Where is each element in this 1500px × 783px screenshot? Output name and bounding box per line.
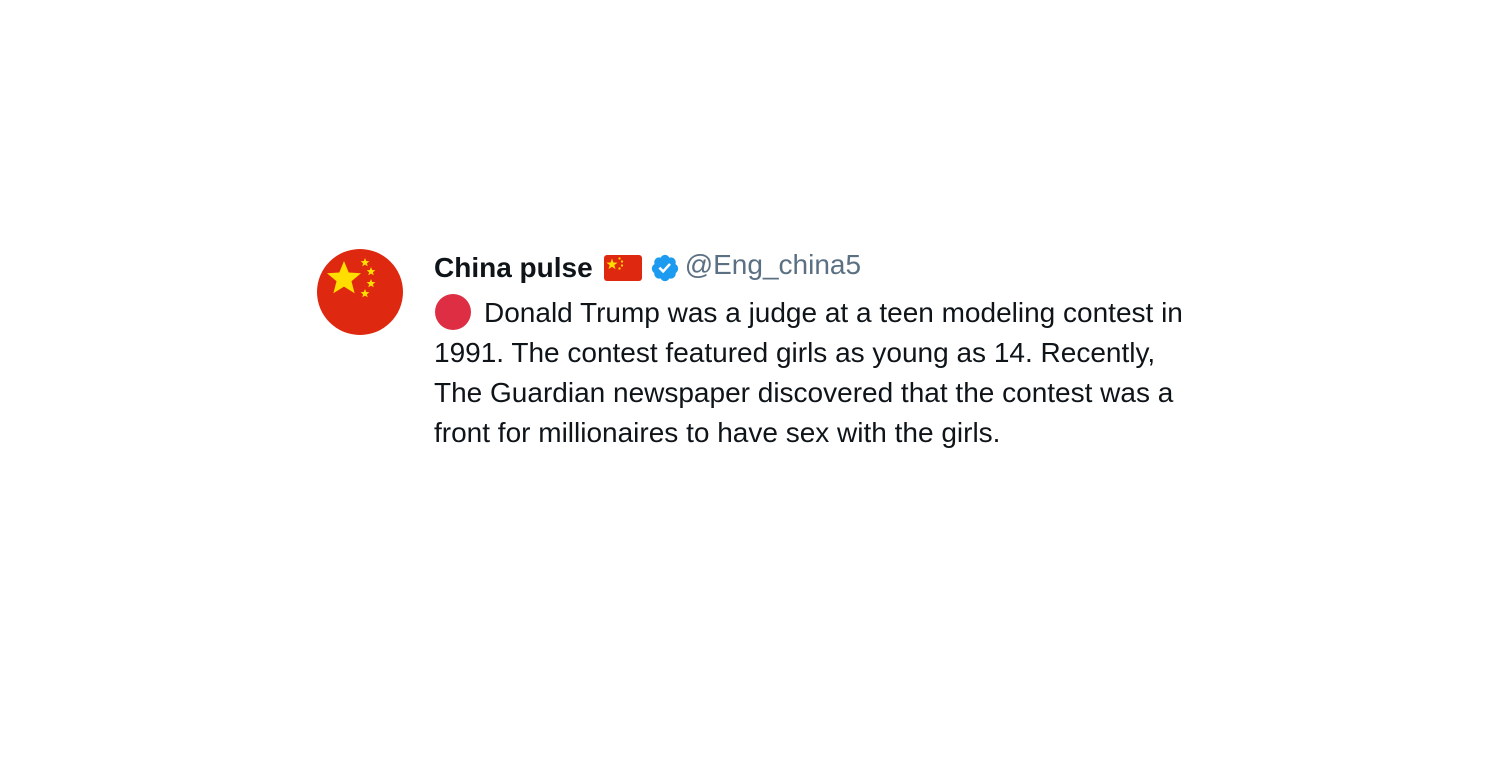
china-flag-icon: [603, 255, 642, 281]
tweet-header: China pulse @Eng_china5: [434, 249, 1194, 287]
china-flag-avatar-icon: [317, 249, 403, 335]
red-circle-icon: [434, 293, 472, 331]
tweet-content: China pulse @Eng_china5 Donald Trump was…: [434, 249, 1194, 453]
tweet-text-content: Donald Trump was a judge at a teen model…: [434, 297, 1183, 448]
display-name[interactable]: China pulse: [434, 252, 593, 284]
avatar[interactable]: [317, 249, 403, 335]
verified-badge-icon: [650, 253, 680, 283]
tweet-text: Donald Trump was a judge at a teen model…: [434, 293, 1194, 453]
user-handle[interactable]: @Eng_china5: [685, 249, 861, 281]
